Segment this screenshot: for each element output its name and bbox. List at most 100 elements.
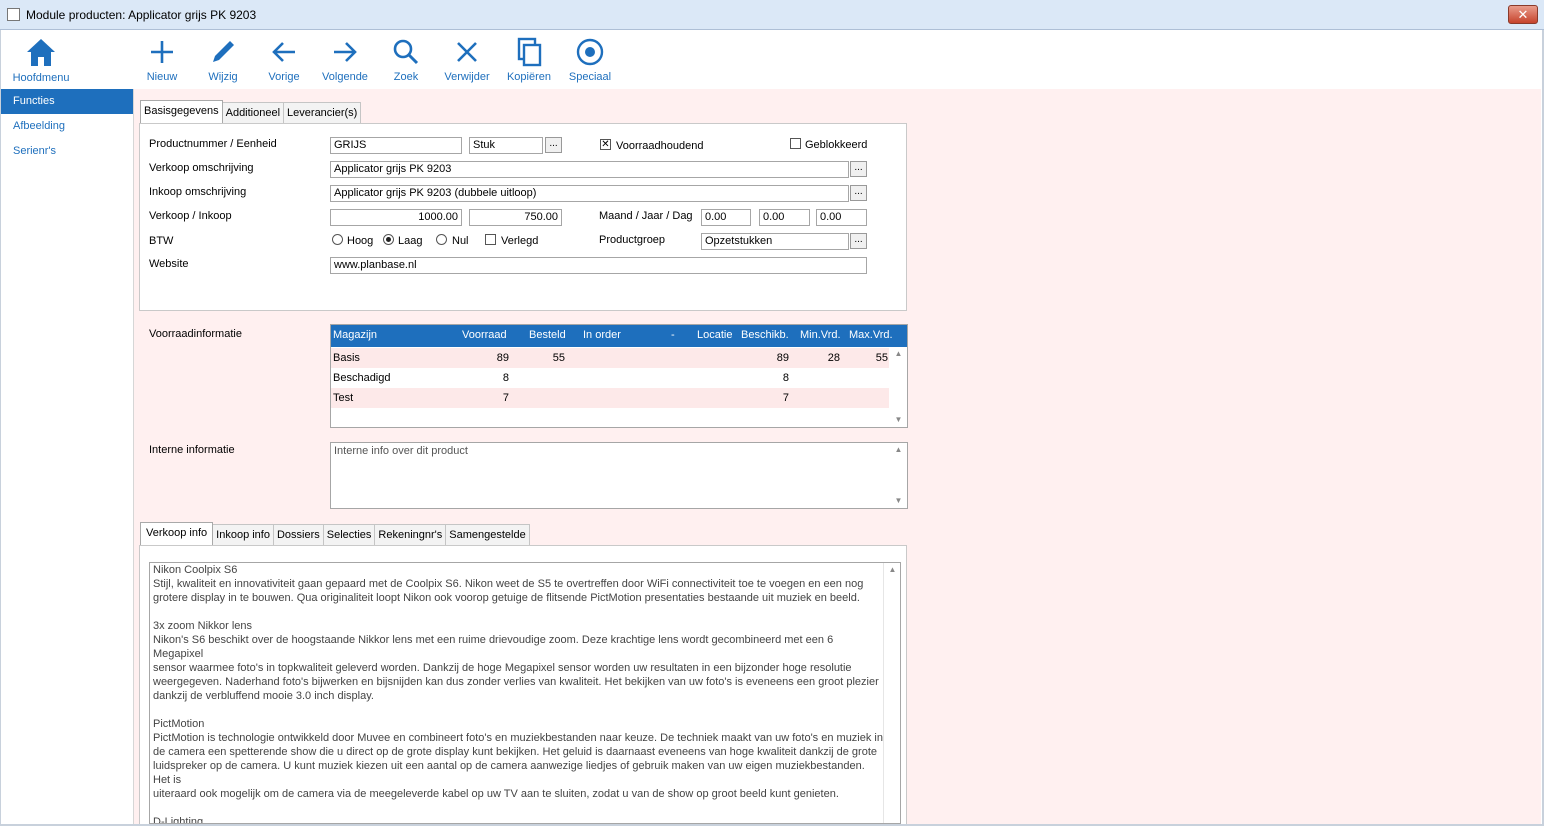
vat-zero-radio[interactable] xyxy=(436,234,447,245)
table-row[interactable]: Test 7 7 xyxy=(331,388,889,408)
table-row[interactable]: Beschadigd 8 8 xyxy=(331,368,889,388)
vat-zero-label: Nul xyxy=(452,235,469,247)
purchase-description-button[interactable]: ... xyxy=(850,185,867,201)
cell-warehouse: Beschadigd xyxy=(333,372,391,384)
search-button[interactable]: Zoek xyxy=(386,35,426,83)
pencil-icon xyxy=(213,41,234,62)
product-group-button[interactable]: ... xyxy=(850,233,867,249)
tab-account-numbers[interactable]: Rekeningnr's xyxy=(374,524,447,545)
target-icon xyxy=(576,38,604,66)
sidebar: Functies Afbeelding Serienr's xyxy=(1,89,134,824)
tab-additional[interactable]: Additioneel xyxy=(221,102,285,123)
internal-info-textarea[interactable]: Interne info over dit product ▲ ▼ xyxy=(330,442,908,509)
col-ordered[interactable]: Besteld xyxy=(529,329,566,341)
stock-keeping-checkbox[interactable]: ✕ xyxy=(600,139,611,150)
unit-field[interactable]: Stuk xyxy=(469,137,543,154)
price-label: Verkoop / Inkoop xyxy=(149,210,232,222)
arrow-right-icon xyxy=(334,42,357,62)
cell-ordered: 55 xyxy=(552,352,565,364)
stock-grid[interactable]: Magazijn Voorraad Besteld In order - Loc… xyxy=(330,324,908,428)
col-min-stock[interactable]: Min.Vrd. xyxy=(800,329,841,341)
special-button[interactable]: Speciaal xyxy=(565,35,615,83)
col-in-order[interactable]: In order xyxy=(583,329,621,341)
sidebar-item-serial-numbers[interactable]: Serienr's xyxy=(1,139,133,164)
product-group-label: Productgroep xyxy=(599,234,666,246)
product-number-field[interactable]: GRIJS xyxy=(330,137,462,154)
table-row[interactable]: Basis 89 55 89 28 55 xyxy=(331,348,889,368)
scroll-down-icon[interactable]: ▼ xyxy=(890,413,907,427)
toolbar: Hoofdmenu Nieuw Wijzig Vorige Volgende Z… xyxy=(1,31,1541,89)
year-field[interactable]: 0.00 xyxy=(759,209,810,226)
cell-max-stock: 55 xyxy=(875,352,888,364)
sales-price-field[interactable]: 1000.00 xyxy=(330,209,462,226)
edit-button[interactable]: Wijzig xyxy=(203,35,243,83)
cell-warehouse: Test xyxy=(333,392,354,404)
shifted-label: Verlegd xyxy=(501,235,539,247)
col-warehouse[interactable]: Magazijn xyxy=(333,329,377,341)
close-icon xyxy=(457,42,477,62)
window-icon xyxy=(7,8,20,21)
purchase-description-field[interactable]: Applicator grijs PK 9203 (dubbele uitloo… xyxy=(330,185,849,202)
purchase-price-field[interactable]: 750.00 xyxy=(469,209,562,226)
col-location[interactable]: Locatie xyxy=(697,329,732,341)
previous-button[interactable]: Vorige xyxy=(264,35,304,83)
scroll-down-icon[interactable]: ▼ xyxy=(890,494,907,508)
unit-lookup-button[interactable]: ... xyxy=(545,137,562,153)
vat-low-radio[interactable] xyxy=(383,234,394,245)
scroll-up-icon[interactable]: ▲ xyxy=(890,347,907,361)
special-label: Speciaal xyxy=(568,71,612,83)
col-stock[interactable]: Voorraad xyxy=(462,329,507,341)
new-button[interactable]: Nieuw xyxy=(142,35,182,83)
internal-info-scrollbar[interactable]: ▲ ▼ xyxy=(890,443,907,508)
website-label: Website xyxy=(149,258,189,270)
day-field[interactable]: 0.00 xyxy=(816,209,867,226)
col-max-stock[interactable]: Max.Vrd. xyxy=(849,329,893,341)
tab-suppliers[interactable]: Leverancier(s) xyxy=(283,102,362,123)
vat-high-label: Hoog xyxy=(347,235,374,247)
next-button[interactable]: Volgende xyxy=(319,35,371,83)
product-group-field[interactable]: Opzetstukken xyxy=(701,233,849,250)
vat-high-radio[interactable] xyxy=(332,234,343,245)
tab-sales-info[interactable]: Verkoop info xyxy=(140,522,214,545)
sales-info-text: Nikon Coolpix S6 Stijl, kwaliteit en inn… xyxy=(153,564,883,824)
tab-selections[interactable]: Selecties xyxy=(322,524,376,545)
edit-label: Wijzig xyxy=(208,71,238,83)
sidebar-item-image[interactable]: Afbeelding xyxy=(1,114,133,139)
copy-icon xyxy=(517,37,542,67)
col-available[interactable]: Beschikb. xyxy=(741,329,789,341)
stock-grid-scrollbar[interactable]: ▲ ▼ xyxy=(890,347,907,427)
sales-description-label: Verkoop omschrijving xyxy=(149,162,254,174)
search-icon xyxy=(393,39,419,65)
window-title: Module producten: Applicator grijs PK 92… xyxy=(26,8,257,22)
sidebar-item-functions[interactable]: Functies xyxy=(1,89,133,114)
arrow-left-icon xyxy=(272,42,295,62)
scroll-up-icon[interactable]: ▲ xyxy=(884,563,900,577)
tab-basic-data[interactable]: Basisgegevens xyxy=(140,100,223,123)
sales-description-button[interactable]: ... xyxy=(850,161,867,177)
cell-available: 7 xyxy=(782,392,789,404)
purchase-description-label: Inkoop omschrijving xyxy=(149,186,247,198)
cell-stock: 8 xyxy=(502,372,509,384)
home-button[interactable]: Hoofdmenu xyxy=(11,35,71,84)
blocked-label: Geblokkeerd xyxy=(805,139,868,151)
delete-button[interactable]: Verwijder xyxy=(441,35,493,83)
copy-button[interactable]: Kopiëren xyxy=(504,35,554,83)
cell-available: 8 xyxy=(782,372,789,384)
vat-label: BTW xyxy=(149,235,174,247)
scroll-up-icon[interactable]: ▲ xyxy=(890,443,907,457)
stock-info-label: Voorraadinformatie xyxy=(149,328,242,340)
internal-info-label: Interne informatie xyxy=(149,444,235,456)
tab-purchase-info[interactable]: Inkoop info xyxy=(212,524,274,545)
tab-dossiers[interactable]: Dossiers xyxy=(272,524,324,545)
month-field[interactable]: 0.00 xyxy=(701,209,751,226)
close-button[interactable]: ✕ xyxy=(1508,5,1538,24)
shifted-checkbox[interactable] xyxy=(485,234,496,245)
home-icon xyxy=(27,39,55,66)
sales-description-field[interactable]: Applicator grijs PK 9203 xyxy=(330,161,849,178)
col-dash[interactable]: - xyxy=(671,329,675,341)
sales-info-scrollbar[interactable]: ▲ xyxy=(883,563,900,823)
website-field[interactable]: www.planbase.nl xyxy=(330,257,867,274)
blocked-checkbox[interactable] xyxy=(790,138,801,149)
tab-composites[interactable]: Samengestelde xyxy=(445,524,530,545)
sales-info-textarea[interactable]: Nikon Coolpix S6 Stijl, kwaliteit en inn… xyxy=(149,562,901,824)
